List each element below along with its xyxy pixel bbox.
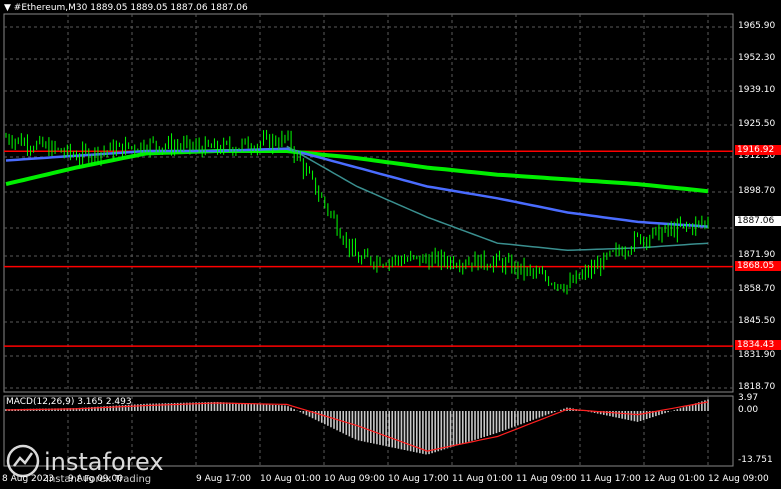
symbol-label: #Ethereum,M30 — [13, 3, 88, 13]
price-tick-label: 1831.90 — [738, 350, 776, 360]
logo-name: instaforex — [44, 448, 164, 476]
time-tick-label: 12 Aug 01:00 — [644, 474, 705, 484]
macd-axis-label: -13.751 — [738, 455, 773, 465]
level-label: 1834.43 — [735, 340, 781, 351]
time-tick-label: 10 Aug 09:00 — [324, 474, 385, 484]
price-tick-label: 1858.70 — [738, 284, 776, 294]
price-tick-label: 1925.50 — [738, 119, 776, 129]
macd-axis-label: 3.97 — [738, 393, 759, 403]
time-tick-label: 9 Aug 17:00 — [196, 474, 251, 484]
ohlc-values: 1889.05 1889.05 1887.06 1887.06 — [90, 3, 248, 13]
price-tick-label: 1818.70 — [738, 382, 776, 392]
current-price-label: 1887.06 — [735, 215, 781, 226]
time-tick-label: 10 Aug 17:00 — [388, 474, 449, 484]
time-tick-label: 12 Aug 09:00 — [708, 474, 769, 484]
time-tick-label: 11 Aug 01:00 — [452, 474, 513, 484]
price-tick-label: 1871.90 — [738, 250, 776, 260]
time-tick-label: 11 Aug 09:00 — [516, 474, 577, 484]
price-tick-label: 1939.10 — [738, 85, 776, 95]
price-tick-label: 1898.70 — [738, 186, 776, 196]
macd-signal-line — [5, 401, 709, 452]
logo-tagline: Instant Forex Trading — [46, 474, 152, 485]
collapse-icon[interactable]: ▼ — [4, 3, 11, 13]
price-tick-label: 1965.90 — [738, 21, 776, 31]
main-pane-border — [3, 13, 734, 393]
time-tick-label: 10 Aug 01:00 — [260, 474, 321, 484]
macd-axis-label: 0.00 — [738, 405, 759, 415]
macd-label: MACD(12,26,9) 3.165 2.493 — [6, 397, 132, 407]
level-label: 1868.05 — [735, 260, 781, 271]
time-tick-label: 11 Aug 17:00 — [580, 474, 641, 484]
price-tick-label: 1845.50 — [738, 316, 776, 326]
level-label: 1916.92 — [735, 145, 781, 156]
chart-canvas[interactable] — [0, 0, 781, 489]
price-tick-label: 1952.30 — [738, 53, 776, 63]
instaforex-logo-icon — [6, 444, 40, 478]
ma-slow-line — [5, 149, 709, 194]
symbol-header: ▼ #Ethereum,M30 1889.05 1889.05 1887.06 … — [4, 3, 248, 13]
